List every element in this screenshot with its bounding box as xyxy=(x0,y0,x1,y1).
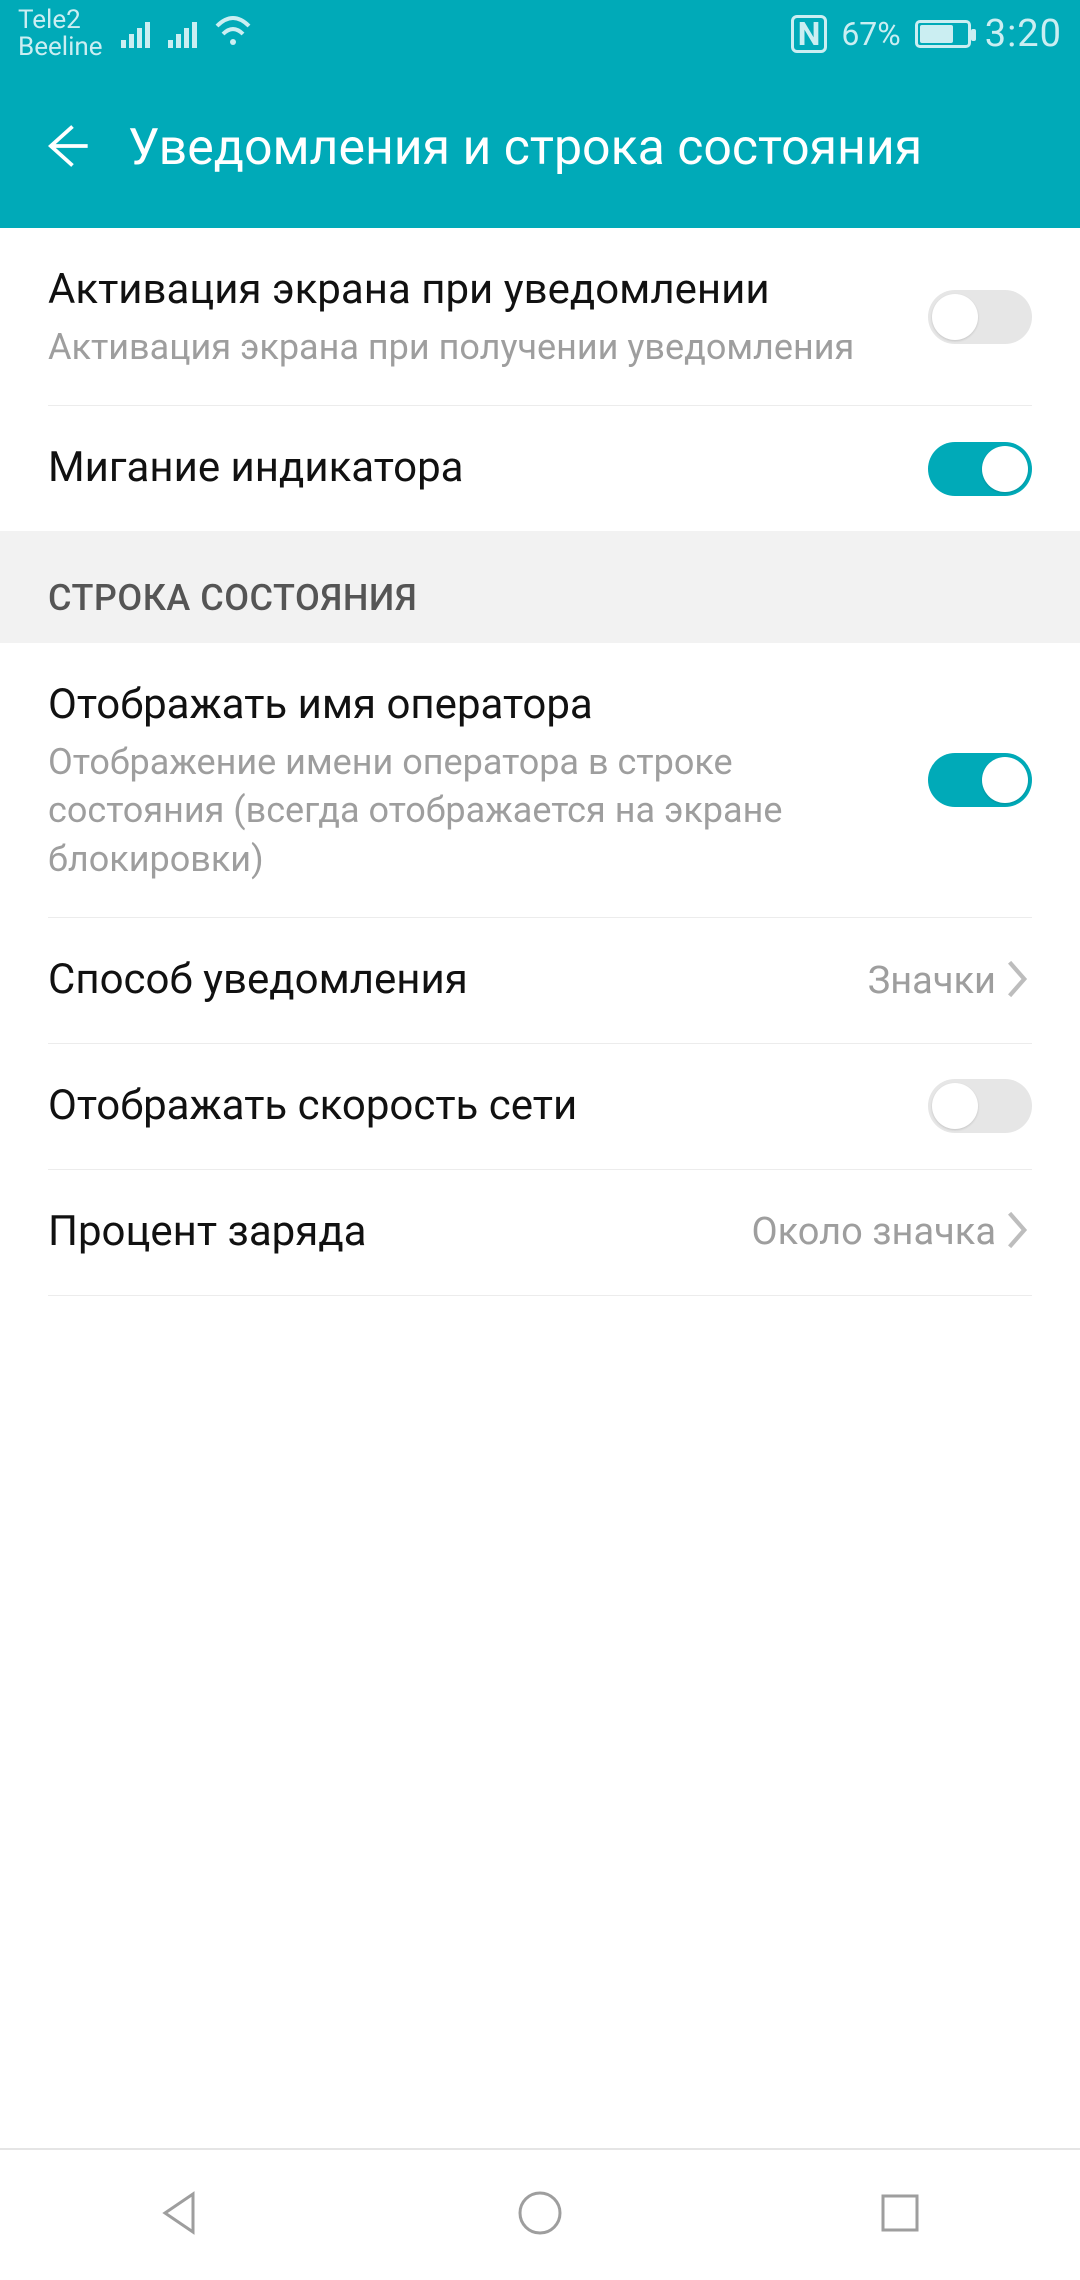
back-button[interactable] xyxy=(40,120,92,176)
wifi-icon xyxy=(215,16,251,53)
row-subtitle: Активация экрана при получении уведомлен… xyxy=(48,323,898,372)
row-battery-percent-mode[interactable]: Процент заряда Около значка xyxy=(0,1170,1080,1295)
navigation-bar xyxy=(0,2148,1080,2280)
toggle-blink-indicator[interactable] xyxy=(928,442,1032,496)
row-text: Активация экрана при уведомлении Активац… xyxy=(48,262,928,371)
chevron-right-icon xyxy=(1004,1209,1032,1255)
settings-list: Активация экрана при уведомлении Активац… xyxy=(0,228,1080,2148)
row-show-carrier[interactable]: Отображать имя оператора Отображение име… xyxy=(0,643,1080,917)
status-bar-right: N 67% 3:20 xyxy=(791,12,1062,56)
carrier-labels: Tele2 Beeline xyxy=(18,7,103,62)
row-blink-indicator[interactable]: Мигание индикатора xyxy=(0,406,1080,531)
app-bar: Уведомления и строка состояния xyxy=(0,68,1080,228)
row-title: Активация экрана при уведомлении xyxy=(48,262,898,319)
row-text: Процент заряда xyxy=(48,1204,752,1261)
divider xyxy=(48,1295,1032,1296)
clock: 3:20 xyxy=(985,12,1062,56)
toggle-screen-on-notify[interactable] xyxy=(928,290,1032,344)
row-title: Отображать имя оператора xyxy=(48,677,898,734)
row-subtitle: Отображение имени оператора в строке сос… xyxy=(48,738,898,884)
battery-icon xyxy=(915,20,971,48)
nav-home-button[interactable] xyxy=(513,2186,567,2244)
row-title: Мигание индикатора xyxy=(48,440,898,497)
status-bar: Tele2 Beeline N 67% 3:20 xyxy=(0,0,1080,68)
page-title: Уведомления и строка состояния xyxy=(128,119,922,177)
battery-percent: 67% xyxy=(841,15,900,53)
screen: Tele2 Beeline N 67% 3:20 Уведомления и с… xyxy=(0,0,1080,2280)
chevron-right-icon xyxy=(1004,958,1032,1004)
section-header-status-bar: СТРОКА СОСТОЯНИЯ xyxy=(0,531,1080,643)
signal-icon-2 xyxy=(168,20,197,48)
row-value: Значки xyxy=(868,959,996,1003)
carrier-1: Tele2 xyxy=(18,7,103,34)
toggle-show-net-speed[interactable] xyxy=(928,1079,1032,1133)
row-value: Около значка xyxy=(752,1210,997,1254)
row-text: Мигание индикатора xyxy=(48,440,928,497)
row-screen-on-notify[interactable]: Активация экрана при уведомлении Активац… xyxy=(0,228,1080,405)
nav-back-button[interactable] xyxy=(153,2186,207,2244)
row-show-net-speed[interactable]: Отображать скорость сети xyxy=(0,1044,1080,1169)
row-title: Отображать скорость сети xyxy=(48,1078,898,1135)
nav-recent-button[interactable] xyxy=(873,2186,927,2244)
row-title: Процент заряда xyxy=(48,1204,722,1261)
row-title: Способ уведомления xyxy=(48,952,838,1009)
row-text: Способ уведомления xyxy=(48,952,868,1009)
nfc-icon: N xyxy=(791,15,828,53)
toggle-show-carrier[interactable] xyxy=(928,753,1032,807)
status-bar-left: Tele2 Beeline xyxy=(18,7,251,62)
row-text: Отображать имя оператора Отображение име… xyxy=(48,677,928,883)
row-text: Отображать скорость сети xyxy=(48,1078,928,1135)
signal-icon-1 xyxy=(121,20,150,48)
row-notification-method[interactable]: Способ уведомления Значки xyxy=(0,918,1080,1043)
carrier-2: Beeline xyxy=(18,34,103,61)
